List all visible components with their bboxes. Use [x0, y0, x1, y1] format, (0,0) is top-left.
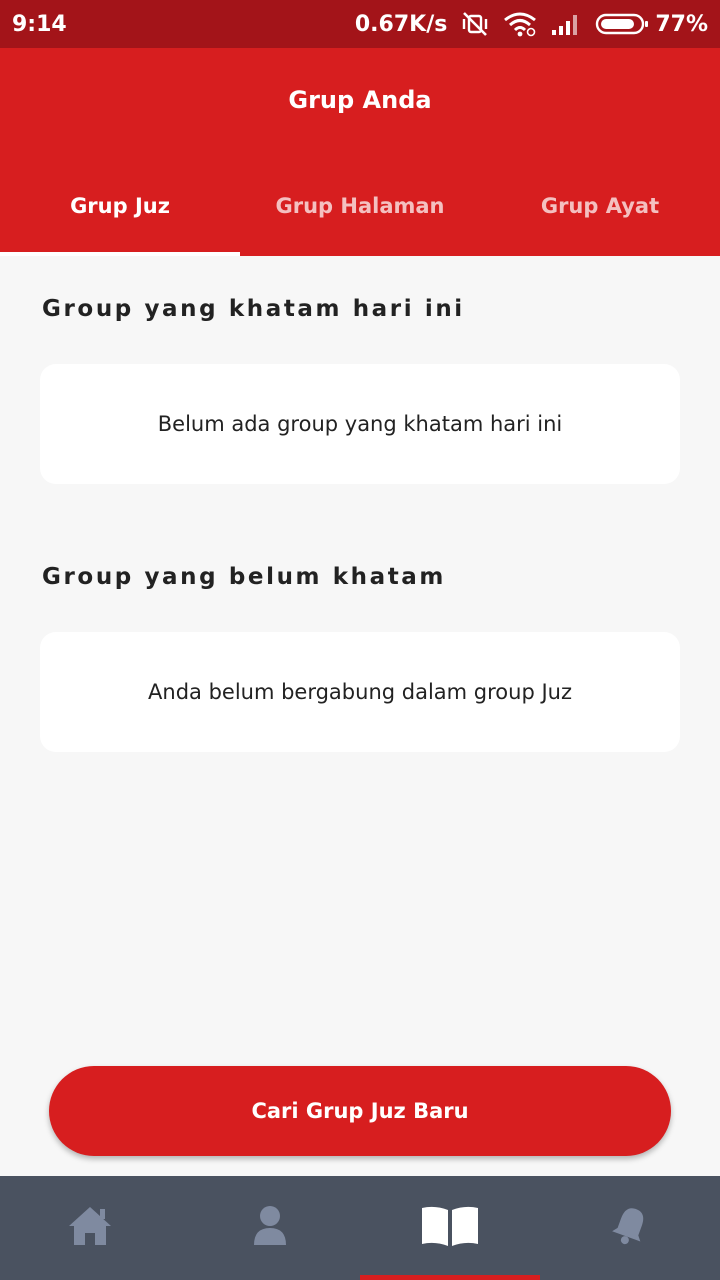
signal-icon [551, 12, 581, 36]
tab-label: Grup Halaman [275, 194, 445, 218]
page-title: Grup Anda [288, 86, 432, 114]
battery-percentage: 77% [655, 11, 708, 37]
wifi-icon [503, 11, 537, 37]
tab-grup-ayat[interactable]: Grup Ayat [480, 174, 720, 256]
empty-state-card-khatam: Belum ada group yang khatam hari ini [40, 364, 680, 484]
network-speed: 0.67K/s [354, 11, 448, 37]
nav-home[interactable] [0, 1176, 180, 1280]
section-title-belum-khatam: Group yang belum khatam [42, 564, 446, 590]
tab-grup-juz[interactable]: Grup Juz [0, 174, 240, 256]
empty-state-message: Belum ada group yang khatam hari ini [157, 412, 563, 436]
bottom-navigation [0, 1176, 720, 1280]
find-new-group-button[interactable]: Cari Grup Juz Baru [49, 1066, 671, 1156]
status-bar: 9:14 0.67K/s 77% [0, 0, 720, 48]
tab-bar: Grup Juz Grup Halaman Grup Ayat [0, 174, 720, 256]
profile-icon [252, 1205, 288, 1252]
empty-state-card-belum-khatam: Anda belum bergabung dalam group Juz [40, 632, 680, 752]
bell-icon [608, 1204, 652, 1253]
battery-group: 77% [595, 12, 708, 37]
nav-groups[interactable] [360, 1176, 540, 1280]
app-bar: Grup Anda Grup Juz Grup Halaman Grup Aya… [0, 48, 720, 256]
active-tab-indicator [0, 252, 240, 256]
active-nav-indicator [360, 1275, 540, 1280]
home-icon [67, 1205, 113, 1252]
nav-notifications[interactable] [540, 1176, 720, 1280]
battery-icon [595, 12, 649, 36]
tab-grup-halaman[interactable]: Grup Halaman [240, 174, 480, 256]
nav-profile[interactable] [180, 1176, 360, 1280]
empty-state-message: Anda belum bergabung dalam group Juz [148, 680, 572, 704]
tab-label: Grup Ayat [540, 194, 660, 218]
book-icon [420, 1204, 480, 1253]
tab-label: Grup Juz [70, 194, 170, 218]
mute-vibrate-icon [461, 11, 489, 37]
section-title-khatam: Group yang khatam hari ini [42, 296, 465, 322]
status-icons: 0.67K/s 77% [355, 11, 708, 37]
status-time: 9:14 [12, 11, 67, 37]
